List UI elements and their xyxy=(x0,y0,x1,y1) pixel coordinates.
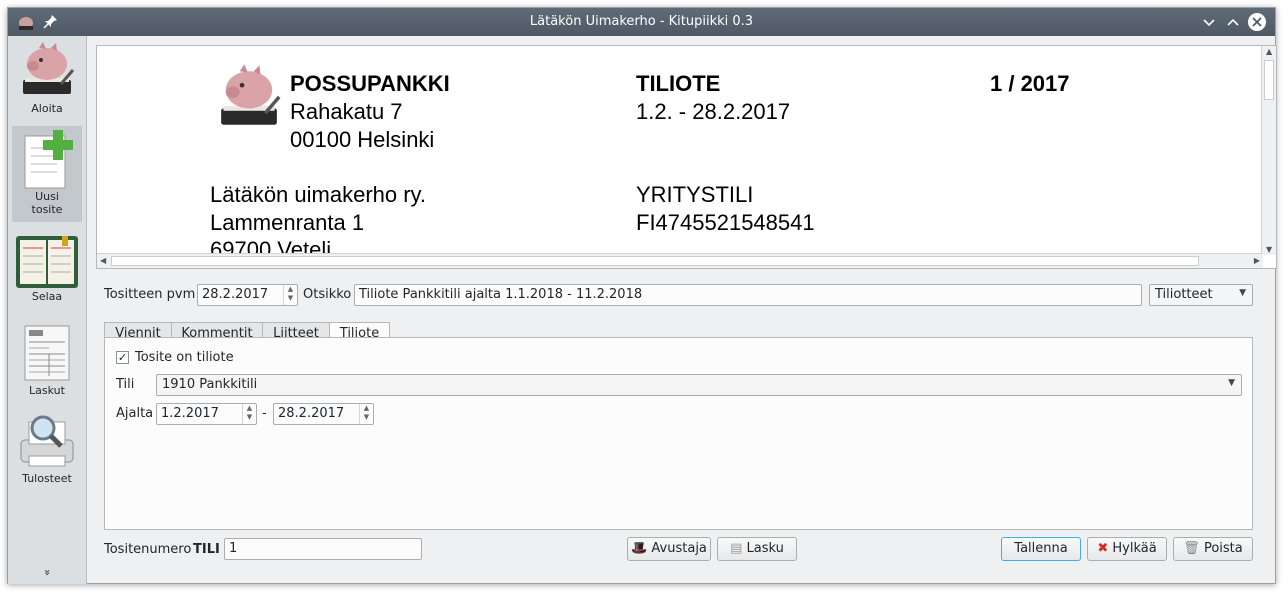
scroll-left-icon[interactable]: ◀ xyxy=(100,256,106,265)
assistant-button[interactable]: 🎩 Avustaja xyxy=(627,537,711,561)
document-type-select[interactable]: Tiliotteet ▼ xyxy=(1149,284,1253,306)
account-select[interactable]: 1910 Pankkitili ▼ xyxy=(156,374,1242,396)
account-type: YRITYSTILI xyxy=(636,182,754,207)
title-label: Otsikko xyxy=(303,287,352,302)
new-document-icon xyxy=(24,130,73,189)
reject-button[interactable]: ✖ Hylkää xyxy=(1087,537,1167,561)
sidebar-item-label: Uusi tosite xyxy=(31,190,63,216)
scroll-down-icon[interactable]: ▼ xyxy=(1266,245,1272,254)
bank-logo-icon xyxy=(221,64,281,125)
trash-icon: 🗑 xyxy=(1183,541,1200,556)
is-statement-label: Tosite on tiliote xyxy=(135,350,234,365)
delete-button-label: Poista xyxy=(1203,541,1243,556)
doc-number: 1 / 2017 xyxy=(990,71,1070,96)
magic-hat-icon: 🎩 xyxy=(631,541,648,556)
sidebar-more-button[interactable]: » xyxy=(41,533,54,612)
sidebar-item-uusi-tosite[interactable]: Uusi tosite xyxy=(12,126,82,222)
preview-horizontal-scrollbar[interactable]: ◀ ▶ xyxy=(97,253,1263,268)
document-type-value: Tiliotteet xyxy=(1155,287,1213,302)
ledger-book-icon xyxy=(16,236,78,288)
period-to-spinner[interactable]: ▲ ▼ xyxy=(359,404,373,424)
scroll-right-icon[interactable]: ▶ xyxy=(1254,256,1260,265)
title-input[interactable]: Tiliote Pankkitili ajalta 1.1.2018 - 11.… xyxy=(354,284,1142,306)
sidebar-item-aloita[interactable]: Aloita xyxy=(12,40,82,122)
reject-button-label: Hylkää xyxy=(1112,541,1157,556)
maximize-button[interactable] xyxy=(1222,11,1244,33)
bank-name: POSSUPANKKI xyxy=(290,71,450,96)
account-iban: FI4745521548541 xyxy=(636,210,815,235)
period-from-value: 1.2.2017 xyxy=(161,406,219,421)
minimize-button[interactable] xyxy=(1198,11,1220,33)
chevron-down-icon xyxy=(1203,19,1215,27)
scrollbar-thumb[interactable] xyxy=(1264,60,1274,100)
invoice-button[interactable]: ▤ Lasku xyxy=(717,537,797,561)
document-preview[interactable]: POSSUPANKKI Rahakatu 7 00100 Helsinki TI… xyxy=(96,45,1277,269)
invoice-button-label: Lasku xyxy=(746,541,784,556)
chevron-down-icon: ▼ xyxy=(1228,378,1235,388)
bank-city: 00100 Helsinki xyxy=(290,127,435,152)
scroll-up-icon[interactable]: ▲ xyxy=(1266,47,1272,56)
period-label: Ajalta xyxy=(116,406,154,421)
sidebar-item-label: Tulosteet xyxy=(22,472,72,485)
period-to-field[interactable]: 28.2.2017 ▲ ▼ xyxy=(273,403,374,425)
date-value: 28.2.2017 xyxy=(202,287,269,302)
sidebar: Aloita Uusi tosite Selaa Laskut Tulostee… xyxy=(8,36,87,584)
delete-button[interactable]: 🗑 Poista xyxy=(1173,537,1253,561)
customer-name: Lätäkön uimakerho ry. xyxy=(210,182,427,207)
customer-street: Lammenranta 1 xyxy=(210,210,365,235)
invoice-icon xyxy=(24,325,70,381)
sidebar-item-laskut[interactable]: Laskut xyxy=(12,322,82,404)
document-series: TILI xyxy=(193,542,220,557)
save-button[interactable]: Tallenna xyxy=(1001,537,1081,561)
assistant-button-label: Avustaja xyxy=(651,541,707,556)
sidebar-item-label: Laskut xyxy=(29,384,65,397)
title-bar: Lätäkön Uimakerho - Kitupiikki 0.3 xyxy=(8,8,1275,36)
piggy-bank-icon xyxy=(23,42,75,94)
scrollbar-thumb[interactable] xyxy=(111,256,1199,266)
date-field[interactable]: 28.2.2017 ▲ ▼ xyxy=(197,284,298,306)
period-to-value: 28.2.2017 xyxy=(278,406,345,421)
sidebar-item-tulosteet[interactable]: Tulosteet xyxy=(12,410,82,492)
chevron-down-icon: ▼ xyxy=(1239,288,1246,298)
period-from-spinner[interactable]: ▲ ▼ xyxy=(242,404,256,424)
preview-vertical-scrollbar[interactable]: ▲ ▼ xyxy=(1261,46,1276,255)
close-button[interactable] xyxy=(1246,11,1268,33)
document-number-input[interactable]: 1 xyxy=(224,538,422,560)
account-value: 1910 Pankkitili xyxy=(162,377,258,392)
is-statement-checkbox[interactable]: ✓ xyxy=(116,351,129,364)
doc-title: TILIOTE xyxy=(636,71,721,96)
sidebar-item-label: Selaa xyxy=(31,290,63,303)
window-title: Lätäkön Uimakerho - Kitupiikki 0.3 xyxy=(529,14,754,29)
period-separator: - xyxy=(262,406,267,421)
tiliote-panel: ✓ Tosite on tiliote Tili 1910 Pankkitili… xyxy=(104,337,1253,530)
doc-period: 1.2. - 28.2.2017 xyxy=(636,99,791,124)
red-x-icon: ✖ xyxy=(1097,541,1109,556)
close-icon xyxy=(1248,13,1266,31)
chevron-up-icon xyxy=(1227,18,1239,26)
app-window: Lätäkön Uimakerho - Kitupiikki 0.3 Aloit… xyxy=(7,7,1277,584)
account-label: Tili xyxy=(116,377,135,392)
sidebar-item-selaa[interactable]: Selaa xyxy=(12,234,82,316)
date-label: Tositteen pvm xyxy=(104,287,196,302)
date-spinner[interactable]: ▲ ▼ xyxy=(283,285,297,305)
document-number-label: Tositenumero xyxy=(104,542,192,557)
period-from-field[interactable]: 1.2.2017 ▲ ▼ xyxy=(156,403,257,425)
sidebar-item-label: Aloita xyxy=(31,102,63,115)
print-preview-icon xyxy=(20,415,74,467)
invoice-icon: ▤ xyxy=(730,541,743,556)
bank-street: Rahakatu 7 xyxy=(290,99,403,124)
